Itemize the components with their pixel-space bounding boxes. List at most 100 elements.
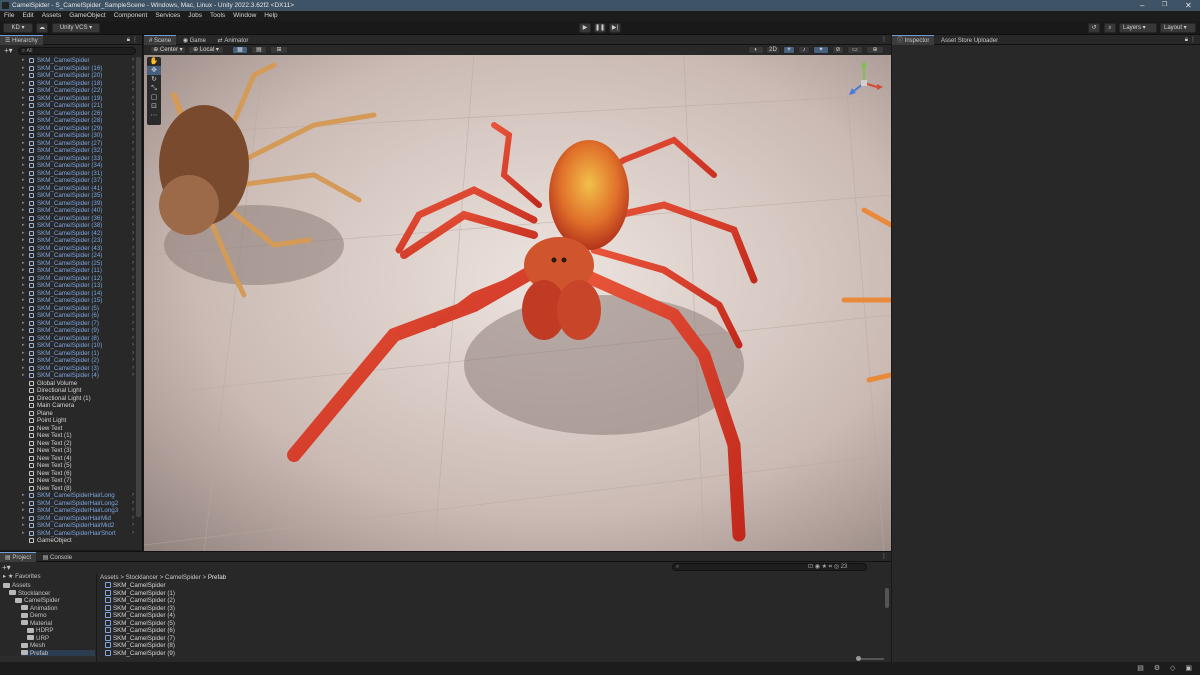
restore-icon[interactable]: ❐ — [1162, 0, 1167, 11]
hand-tool-icon[interactable]: ✋ — [147, 57, 161, 66]
open-prefab-icon[interactable]: › — [132, 162, 134, 170]
gizmos-icon[interactable]: ⊕ — [866, 46, 884, 54]
expand-arrow-icon[interactable]: ▸ — [22, 95, 25, 103]
hierarchy-row[interactable]: New Text (4) — [0, 455, 136, 463]
hierarchy-search-input[interactable]: ⌕ All — [18, 47, 136, 55]
step-icon[interactable]: ▶| — [609, 23, 621, 33]
menu-item-7[interactable]: Tools — [206, 11, 229, 21]
expand-arrow-icon[interactable]: ▸ — [22, 80, 25, 88]
hierarchy-row[interactable]: ▸ SKM_CamelSpider (34) › — [0, 162, 136, 170]
hierarchy-row[interactable]: ▸ SKM_CamelSpider (42) › — [0, 230, 136, 238]
open-prefab-icon[interactable]: › — [132, 320, 134, 328]
open-prefab-icon[interactable]: › — [132, 245, 134, 253]
hierarchy-row[interactable]: New Text — [0, 425, 136, 433]
hierarchy-row[interactable]: ▸ SKM_CamelSpider (29) › — [0, 125, 136, 133]
open-prefab-icon[interactable]: › — [132, 65, 134, 73]
expand-arrow-icon[interactable]: ▸ — [22, 260, 25, 268]
icon-size-slider[interactable] — [858, 658, 884, 660]
open-prefab-icon[interactable]: › — [132, 492, 134, 500]
hierarchy-row[interactable]: ▸ SKM_CamelSpider (19) › — [0, 95, 136, 103]
hierarchy-row[interactable]: ▸ SKM_CamelSpider (10) › — [0, 342, 136, 350]
lighting-icon[interactable]: ☀ — [783, 46, 795, 54]
hierarchy-row[interactable]: Directional Light (1) — [0, 395, 136, 403]
hierarchy-row[interactable]: ▸ SKM_CamelSpider (36) › — [0, 215, 136, 223]
folder-item[interactable]: Material — [21, 620, 52, 628]
hierarchy-row[interactable]: ▸ SKM_CamelSpider (33) › — [0, 155, 136, 163]
open-prefab-icon[interactable]: › — [132, 275, 134, 283]
open-prefab-icon[interactable]: › — [132, 185, 134, 193]
hierarchy-row[interactable]: ▸ SKM_CamelSpider (15) › — [0, 297, 136, 305]
expand-arrow-icon[interactable]: ▸ — [22, 222, 25, 230]
expand-arrow-icon[interactable]: ▸ — [22, 500, 25, 508]
more-icon[interactable]: ⋮ — [132, 35, 138, 45]
hierarchy-row[interactable]: ▸ SKM_CamelSpiderHairLong2 › — [0, 500, 136, 508]
hierarchy-row[interactable]: ▸ SKM_CamelSpider (2) › — [0, 357, 136, 365]
expand-arrow-icon[interactable]: ▸ — [22, 207, 25, 215]
asset-item[interactable]: SKM_CamelSpider (3) — [105, 605, 175, 613]
vcs-button[interactable]: Unity VCS ▾ — [52, 23, 100, 33]
open-prefab-icon[interactable]: › — [132, 522, 134, 530]
open-prefab-icon[interactable]: › — [132, 515, 134, 523]
menu-item-2[interactable]: Assets — [38, 11, 66, 21]
expand-arrow-icon[interactable]: ▸ — [22, 57, 25, 65]
hierarchy-row[interactable]: ▸ SKM_CamelSpider (28) › — [0, 117, 136, 125]
scene-viewport[interactable]: ✋ ✥ ↻ ⤡ ▢ ⊡ ⋯ — [144, 55, 891, 551]
open-prefab-icon[interactable]: › — [132, 147, 134, 155]
open-prefab-icon[interactable]: › — [132, 110, 134, 118]
menu-item-9[interactable]: Help — [260, 11, 281, 21]
breadcrumb-assets[interactable]: Assets — [100, 574, 119, 581]
expand-arrow-icon[interactable]: ▸ — [22, 155, 25, 163]
hierarchy-row[interactable]: ▸ SKM_CamelSpider (26) › — [0, 110, 136, 118]
hierarchy-row[interactable]: New Text (2) — [0, 440, 136, 448]
history-icon[interactable]: ↺ — [1088, 23, 1100, 33]
open-prefab-icon[interactable]: › — [132, 200, 134, 208]
breadcrumb-prefab[interactable]: Prefab — [208, 574, 226, 581]
hierarchy-row[interactable]: ▸ SKM_CamelSpider (3) › — [0, 365, 136, 373]
open-prefab-icon[interactable]: › — [132, 507, 134, 515]
expand-arrow-icon[interactable]: ▸ — [22, 125, 25, 133]
expand-arrow-icon[interactable]: ▸ — [22, 132, 25, 140]
expand-arrow-icon[interactable]: ▸ — [22, 320, 25, 328]
hierarchy-row[interactable]: ▸ SKM_CamelSpider (40) › — [0, 207, 136, 215]
menu-item-0[interactable]: File — [0, 11, 18, 21]
minimize-icon[interactable]: – — [1140, 0, 1144, 11]
expand-arrow-icon[interactable]: ▸ — [22, 117, 25, 125]
expand-arrow-icon[interactable]: ▸ — [22, 282, 25, 290]
layout-dropdown[interactable]: Layout ▾ — [1160, 23, 1196, 33]
open-prefab-icon[interactable]: › — [132, 305, 134, 313]
expand-arrow-icon[interactable]: ▸ — [22, 492, 25, 500]
hierarchy-row[interactable]: ▸ SKM_CamelSpider (6) › — [0, 312, 136, 320]
open-prefab-icon[interactable]: › — [132, 365, 134, 373]
expand-arrow-icon[interactable]: ▸ — [22, 72, 25, 80]
tab-inspector[interactable]: ⓘ Inspector — [892, 35, 935, 45]
folder-item[interactable]: URP — [27, 635, 49, 643]
grid-snap-icon[interactable]: ▦ — [232, 46, 248, 54]
folder-item[interactable]: Demo — [21, 612, 47, 620]
hierarchy-scrollbar[interactable] — [136, 57, 141, 517]
hierarchy-row[interactable]: ▸ SKM_CamelSpider (37) › — [0, 177, 136, 185]
folder-item[interactable]: Stocklancer — [9, 590, 50, 598]
open-prefab-icon[interactable]: › — [132, 500, 134, 508]
hierarchy-row[interactable]: New Text (8) — [0, 485, 136, 493]
favorites-item[interactable]: ▸ ★ Favorites — [3, 573, 41, 581]
inspector-lock-icon[interactable]: 🔒︎ — [1185, 35, 1188, 45]
hierarchy-row[interactable]: ▸ SKM_CamelSpider (1) › — [0, 350, 136, 358]
hierarchy-row[interactable]: ▸ SKM_CamelSpider (41) › — [0, 185, 136, 193]
open-prefab-icon[interactable]: › — [132, 102, 134, 110]
project-more-icon[interactable]: ⋮ — [881, 552, 887, 562]
open-prefab-icon[interactable]: › — [132, 57, 134, 65]
expand-arrow-icon[interactable]: ▸ — [22, 305, 25, 313]
open-prefab-icon[interactable]: › — [132, 327, 134, 335]
pause-icon[interactable]: ❚❚ — [594, 23, 606, 33]
open-prefab-icon[interactable]: › — [132, 87, 134, 95]
asset-item[interactable]: SKM_CamelSpider — [105, 582, 166, 590]
expand-arrow-icon[interactable]: ▸ — [22, 275, 25, 283]
asset-item[interactable]: SKM_CamelSpider (4) — [105, 612, 175, 620]
hierarchy-row[interactable]: New Text (6) — [0, 470, 136, 478]
transform-tool-icon[interactable]: ⊡ — [147, 102, 161, 111]
open-prefab-icon[interactable]: › — [132, 282, 134, 290]
scale-tool-icon[interactable]: ⤡ — [147, 84, 161, 93]
hidden-objects-icon[interactable]: ⊘ — [832, 46, 844, 54]
hierarchy-row[interactable]: New Text (7) — [0, 477, 136, 485]
expand-arrow-icon[interactable]: ▸ — [22, 342, 25, 350]
